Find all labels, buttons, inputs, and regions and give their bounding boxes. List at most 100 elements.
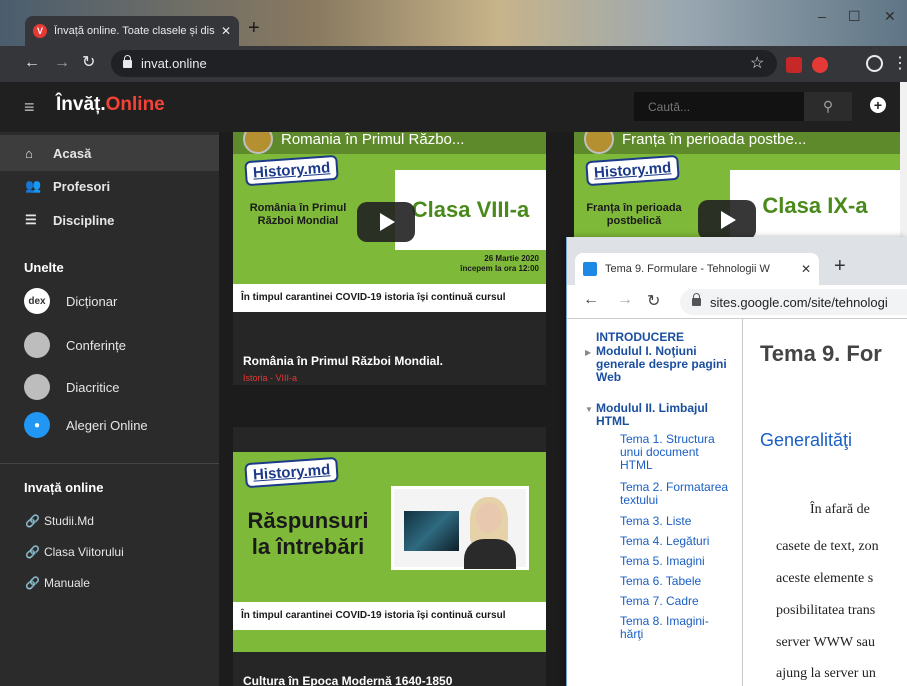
video-card[interactable]: History.md Răspunsuri la întrebări În ti… bbox=[233, 427, 546, 686]
presenter-face bbox=[476, 503, 502, 533]
paragraph-line: În afară de bbox=[810, 502, 870, 517]
maximize-button[interactable]: ☐ bbox=[848, 8, 861, 25]
address-bar[interactable]: invat.online bbox=[111, 50, 777, 77]
close-tab-icon[interactable]: ✕ bbox=[801, 262, 811, 276]
collapse-triangle-icon[interactable]: ▼ bbox=[585, 405, 593, 414]
presenter-photo bbox=[391, 486, 529, 570]
nav-subitem[interactable]: Tema 2. Formatarea textului bbox=[620, 481, 728, 507]
play-button-icon[interactable] bbox=[357, 202, 415, 242]
video-thumbnail[interactable]: Franța în perioada postbe... History.md … bbox=[574, 132, 900, 242]
video-title-overlay: Romania în Primul Războ... bbox=[233, 132, 546, 154]
dex-logo-icon: dex bbox=[24, 288, 50, 314]
link-manuale[interactable]: 🔗 Manuale bbox=[25, 576, 90, 590]
logo-main: Învăț. bbox=[56, 94, 106, 115]
nav-subitem[interactable]: Tema 6. Tabele bbox=[620, 575, 701, 588]
menu-icon[interactable]: ⋮ bbox=[892, 53, 907, 73]
browser-tab-invat[interactable]: V Învață online. Toate clasele și disc ✕ bbox=[25, 16, 239, 46]
close-window-button[interactable]: ✕ bbox=[884, 8, 896, 25]
avatar bbox=[24, 374, 50, 400]
address-bar[interactable]: sites.google.com/site/tehnologi bbox=[680, 289, 907, 315]
nav-line: Tema 5. Imagini bbox=[620, 554, 705, 568]
forward-icon[interactable]: → bbox=[54, 54, 70, 72]
nav-subitem[interactable]: Tema 3. Liste bbox=[620, 515, 691, 528]
thumbnail-subject: România în Primul Război Mondial bbox=[249, 202, 347, 227]
section-heading: Generalităţi bbox=[760, 430, 853, 450]
tool-item-alegeri[interactable]: ● Alegeri Online bbox=[24, 412, 148, 438]
minimize-button[interactable]: – bbox=[818, 8, 826, 24]
video-thumbnail[interactable]: Romania în Primul Războ... History.md Ro… bbox=[233, 132, 546, 312]
video-category[interactable]: Istoria - VIII-a bbox=[243, 373, 297, 383]
link-studii[interactable]: 🔗 Studii.Md bbox=[25, 514, 94, 528]
browser-window-sites: Tema 9. Formulare - Tehnologii W ✕ + ← →… bbox=[566, 237, 907, 686]
sidebar-item-discipline[interactable]: ☰ Discipline bbox=[0, 202, 219, 238]
extension-icon[interactable] bbox=[812, 57, 828, 73]
history-md-logo: History.md bbox=[585, 154, 680, 187]
new-tab-button[interactable]: + bbox=[248, 18, 260, 38]
expand-triangle-icon[interactable]: ▶ bbox=[585, 348, 591, 357]
search-button[interactable]: ⚲ bbox=[804, 92, 852, 121]
list-icon: ☰ bbox=[25, 212, 37, 227]
users-icon: 👥 bbox=[25, 178, 42, 193]
tool-item-diacritice[interactable]: Diacritice bbox=[24, 374, 119, 400]
nav-line: Tema 4. Legături bbox=[620, 534, 710, 548]
browser-tab-tema9[interactable]: Tema 9. Formulare - Tehnologii W ✕ bbox=[575, 253, 819, 285]
nav-line: hărţi bbox=[620, 627, 644, 641]
nav-item-introducere[interactable]: INTRODUCERE bbox=[596, 331, 684, 344]
forward-icon[interactable]: → bbox=[617, 291, 633, 309]
new-tab-button[interactable]: + bbox=[834, 255, 846, 278]
nav-subitem[interactable]: Tema 1. Structura unui document HTML bbox=[620, 433, 715, 472]
headline-line: la întrebări bbox=[251, 534, 365, 559]
class-label: Clasa VIII-a bbox=[395, 170, 546, 250]
tab-title: Tema 9. Formulare - Tehnologii W bbox=[605, 263, 770, 275]
nav-line: HTML bbox=[596, 414, 630, 428]
video-title[interactable]: Cultura în Epoca Modernă 1640-1850 bbox=[243, 674, 452, 686]
avatar bbox=[24, 332, 50, 358]
nav-line: Web bbox=[596, 370, 622, 384]
video-title[interactable]: România în Primul Război Mondial. bbox=[243, 354, 443, 368]
sidebar-item-profesori[interactable]: 👥 Profesori bbox=[0, 168, 219, 204]
add-icon[interactable]: + bbox=[870, 97, 886, 113]
reload-icon[interactable]: ↻ bbox=[82, 54, 95, 72]
thumbnail-headline: Răspunsuri la întrebări bbox=[233, 508, 383, 560]
tool-item-conferinte[interactable]: Conferințe bbox=[24, 332, 126, 358]
bookmark-star-icon[interactable]: ☆ bbox=[750, 53, 764, 73]
nav-line: HTML bbox=[620, 458, 653, 472]
back-icon[interactable]: ← bbox=[24, 54, 40, 72]
play-button-icon[interactable] bbox=[698, 200, 756, 240]
site-logo[interactable]: Învăț.Online bbox=[56, 94, 165, 116]
video-thumbnail[interactable]: History.md Răspunsuri la întrebări În ti… bbox=[233, 452, 546, 652]
video-title-overlay: Franța în perioada postbe... bbox=[574, 132, 900, 154]
pdf-extension-icon[interactable] bbox=[786, 57, 802, 73]
nav-item-modulul-1[interactable]: Modulul I. Noţiuni generale despre pagin… bbox=[596, 345, 727, 384]
nav-subitem[interactable]: Tema 5. Imagini bbox=[620, 555, 705, 568]
nav-subitem[interactable]: Tema 7. Cadre bbox=[620, 595, 699, 608]
tv-screen bbox=[404, 511, 459, 551]
profile-icon[interactable] bbox=[866, 55, 883, 72]
nav-subitem[interactable]: Tema 4. Legături bbox=[620, 535, 709, 548]
nav-subitem[interactable]: Tema 8. Imagini- hărţi bbox=[620, 615, 709, 641]
sidebar-item-acasa[interactable]: ⌂ Acasă bbox=[0, 135, 219, 171]
sidebar-item-label: Acasă bbox=[53, 145, 92, 161]
link-icon: 🔗 bbox=[25, 576, 40, 590]
video-card[interactable]: Franța în perioada postbe... History.md … bbox=[574, 132, 900, 242]
date-note: 26 Martie 2020 începem la ora 12:00 bbox=[413, 254, 539, 274]
paragraph-line: posibilitatea trans bbox=[776, 603, 876, 618]
back-icon[interactable]: ← bbox=[583, 291, 599, 309]
tab-title: Învață online. Toate clasele și disc bbox=[54, 25, 215, 37]
site-navigation: INTRODUCERE ▶ Modulul I. Noţiuni general… bbox=[575, 319, 743, 686]
hamburger-menu-icon[interactable]: ≡ bbox=[24, 97, 35, 118]
close-tab-icon[interactable]: ✕ bbox=[221, 24, 231, 38]
tool-item-dictionar[interactable]: dex Dicționar bbox=[24, 288, 117, 314]
reload-icon[interactable]: ↻ bbox=[647, 291, 660, 311]
video-card[interactable]: Romania în Primul Războ... History.md Ro… bbox=[233, 132, 546, 385]
nav-item-modulul-2[interactable]: Modulul II. Limbajul HTML bbox=[596, 402, 708, 428]
page-content: Tema 9. For Generalităţi În afară de cas… bbox=[744, 319, 907, 686]
nav-line: Tema 7. Cadre bbox=[620, 594, 699, 608]
link-clasa-viitorului[interactable]: 🔗 Clasa Viitorului bbox=[25, 545, 124, 559]
nav-line: Tema 3. Liste bbox=[620, 514, 692, 528]
search-icon: ⚲ bbox=[822, 98, 834, 114]
lock-icon bbox=[123, 54, 132, 68]
thumbnail-footer: În timpul carantinei COVID-19 istoria îș… bbox=[233, 602, 546, 630]
search-input[interactable]: Caută... bbox=[634, 92, 804, 121]
thumbnail-footer: În timpul carantinei COVID-19 istoria îș… bbox=[233, 284, 546, 312]
